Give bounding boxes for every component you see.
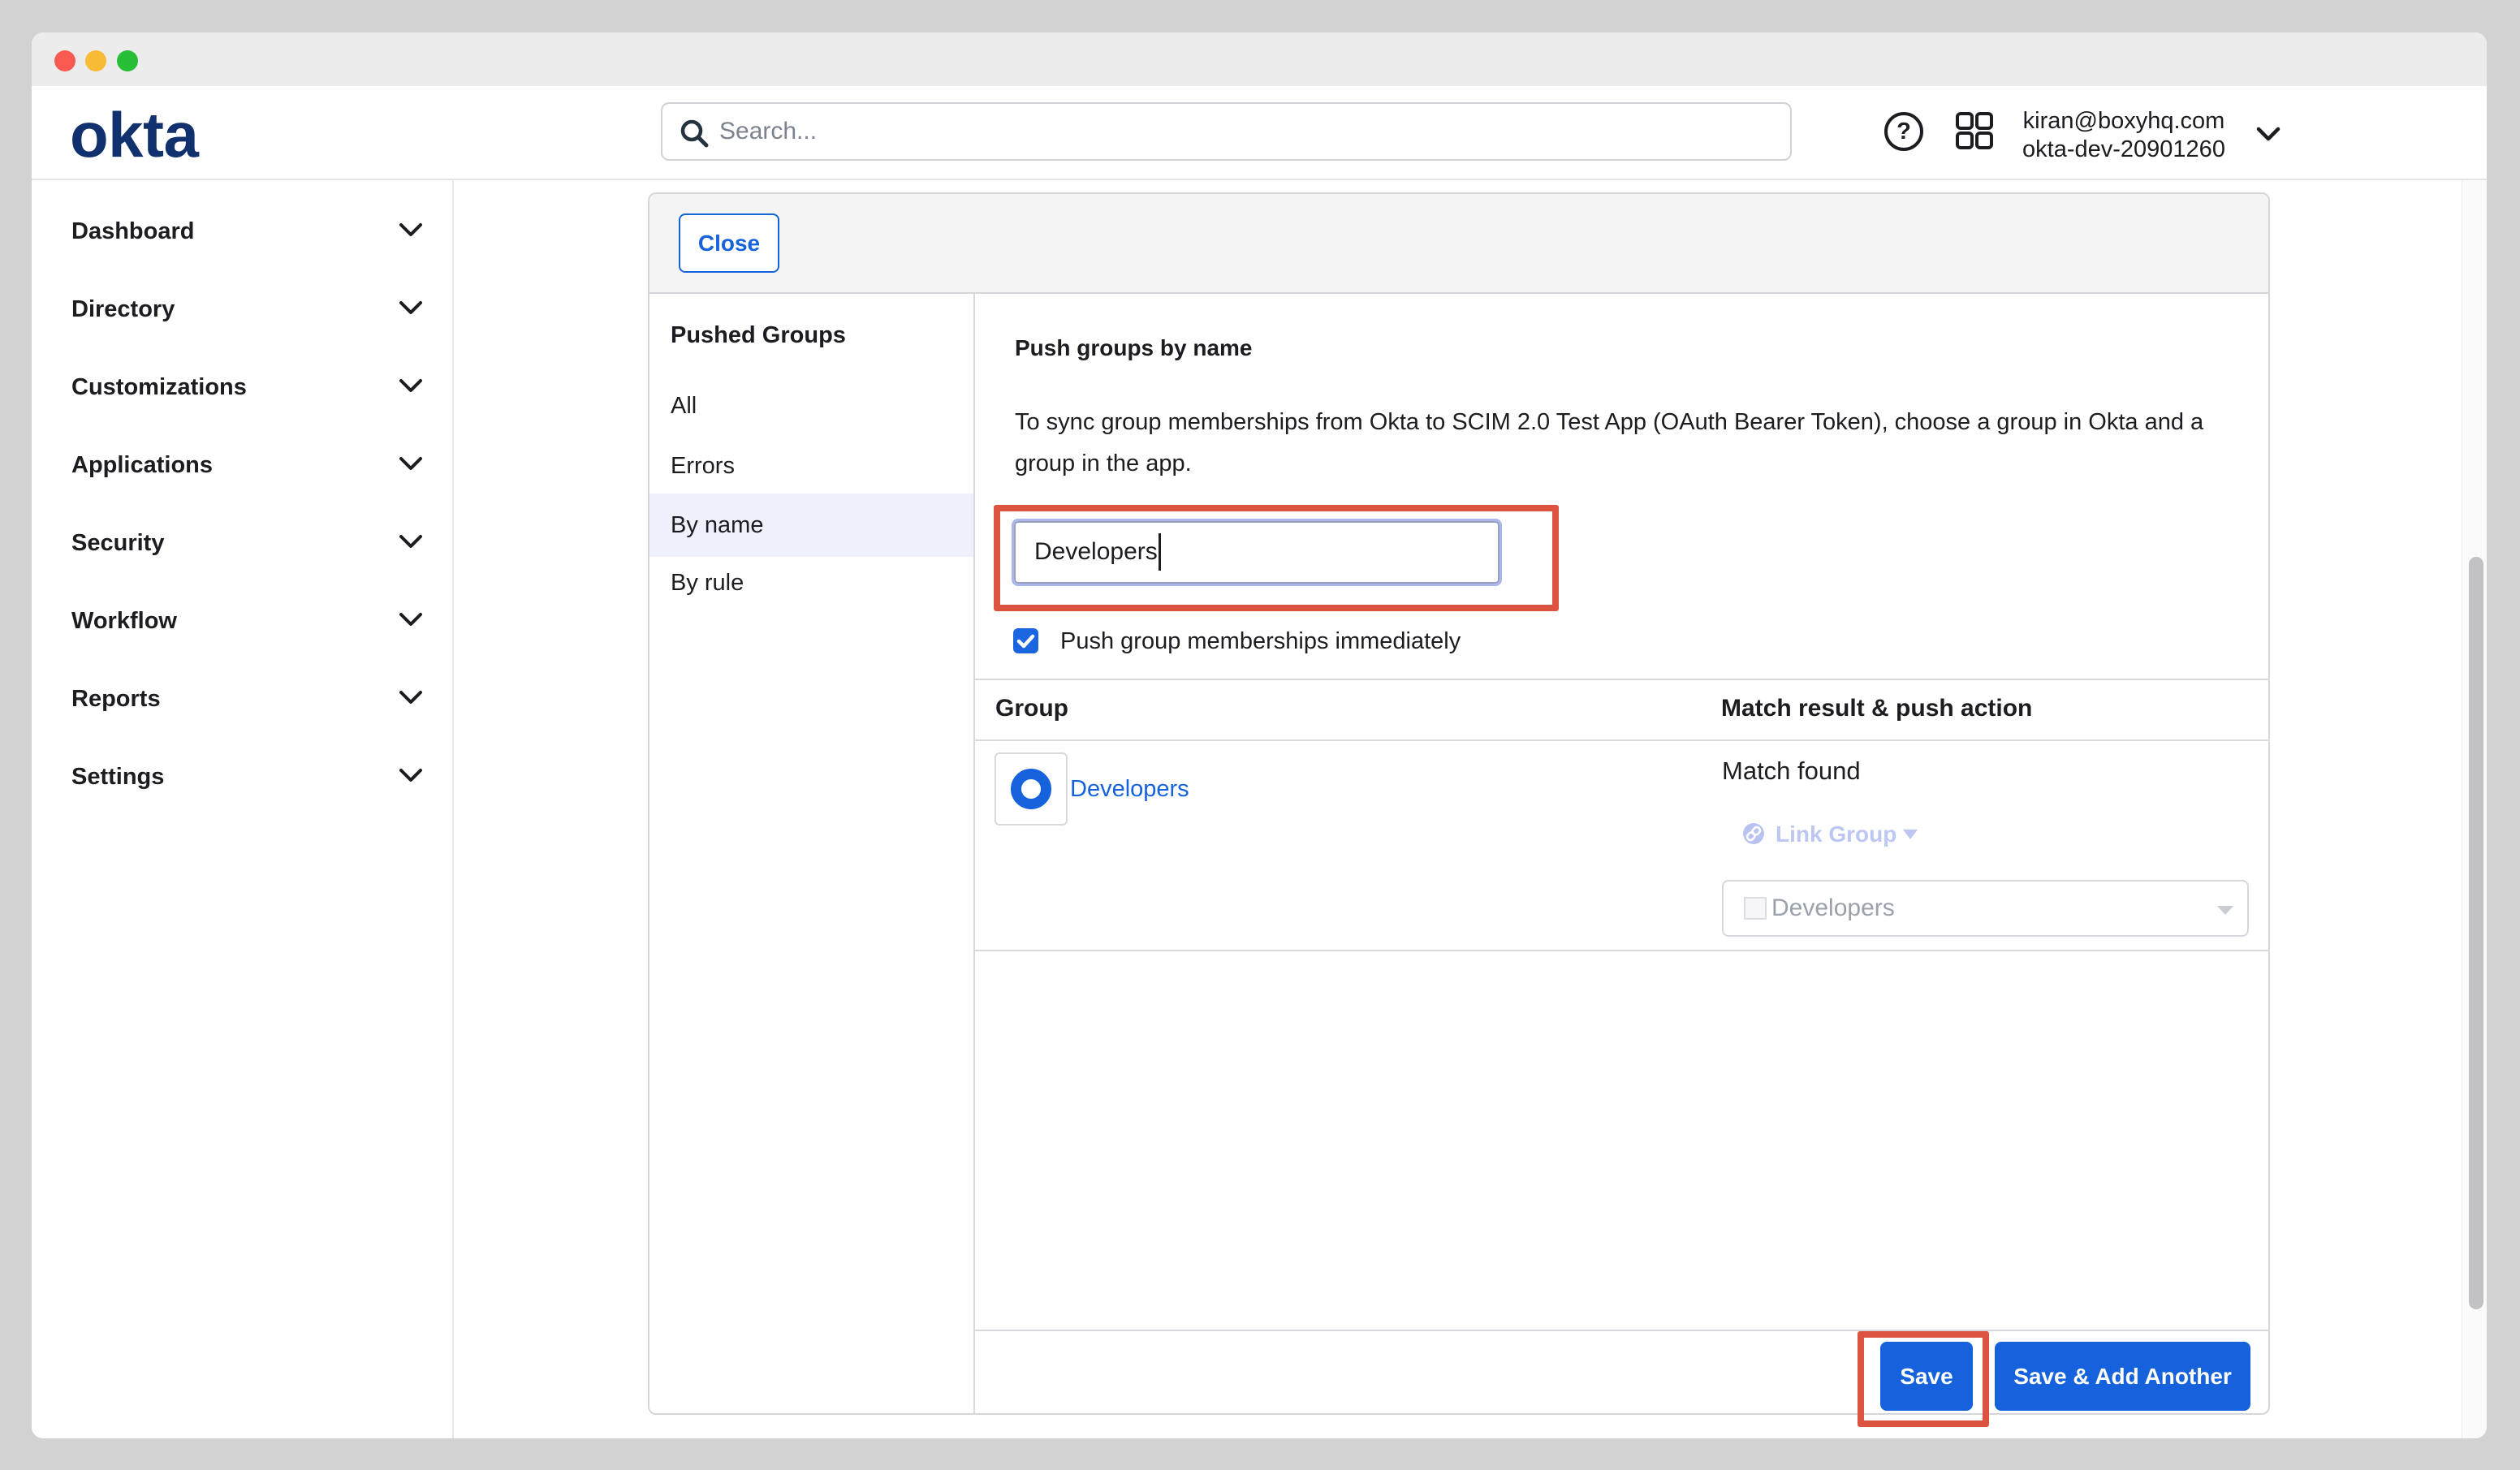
svg-text:?: ? — [1896, 119, 1911, 144]
